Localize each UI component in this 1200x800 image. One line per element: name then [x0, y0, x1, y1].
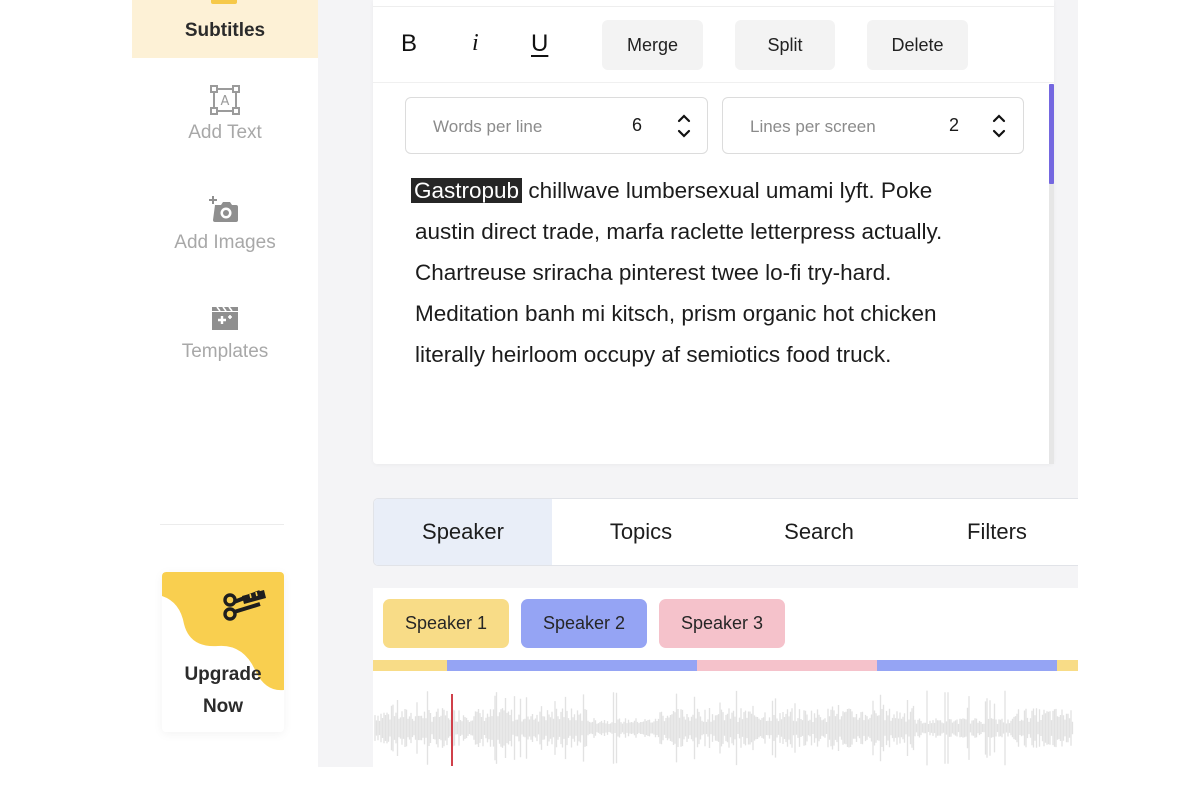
words-per-line-label: Words per line: [433, 117, 543, 136]
timeline-segment[interactable]: [1056, 660, 1078, 671]
app-window: Subtitles A Add Text Add Images Template…: [132, 0, 1078, 767]
merge-button[interactable]: Merge: [602, 20, 703, 70]
sidebar-divider: [160, 524, 284, 525]
subtitle-line: Gastropub chillwave lumbersexual umami l…: [411, 170, 1025, 211]
speaker-chips: Speaker 1 Speaker 2 Speaker 3: [383, 599, 785, 648]
subtitle-line: Meditation banh mi kitsch, prism organic…: [415, 301, 937, 326]
words-per-line-value[interactable]: 6: [632, 115, 642, 136]
timeline-segment[interactable]: [447, 660, 698, 671]
speaker-panel: Speaker 1 Speaker 2 Speaker 3: [373, 588, 1078, 767]
up-down-chevron-icon[interactable]: [990, 110, 1008, 142]
editor-top-divider: [373, 6, 1054, 7]
italic-button[interactable]: i: [472, 30, 479, 57]
scrollbar-thumb[interactable]: [1049, 84, 1054, 184]
audio-waveform[interactable]: [373, 688, 1078, 767]
subtitles-icon: [211, 0, 237, 4]
waveform-shape: [374, 690, 1074, 766]
sidebar-item-subtitles[interactable]: Subtitles: [132, 0, 318, 58]
speaker-chip-2[interactable]: Speaker 2: [521, 599, 647, 648]
lines-per-screen-stepper[interactable]: Lines per screen 2: [722, 97, 1024, 154]
speaker-chip-3[interactable]: Speaker 3: [659, 599, 785, 648]
sidebar-item-label: Add Text: [188, 122, 262, 143]
tab-search[interactable]: Search: [730, 499, 908, 565]
subtitle-line: literally heirloom occupy af semiotics f…: [415, 342, 892, 367]
sidebar-item-label: Templates: [181, 341, 269, 362]
subtitle-line-text: chillwave lumbersexual umami lyft. Poke: [522, 178, 933, 203]
upgrade-now-button[interactable]: Upgrade Now: [162, 572, 284, 732]
up-down-chevron-icon[interactable]: [675, 110, 693, 142]
timeline-segment[interactable]: [697, 660, 878, 671]
speaker-timeline[interactable]: [373, 660, 1078, 671]
underline-button[interactable]: U: [531, 30, 548, 58]
svg-text:A: A: [221, 94, 230, 109]
subtitle-editor: B i U Merge Split Delete Words per line …: [373, 0, 1054, 464]
sidebar: Subtitles A Add Text Add Images Template…: [132, 0, 318, 767]
analysis-tabs: Speaker Topics Search Filters: [373, 498, 1078, 566]
scissors-film-icon: [223, 590, 266, 621]
upgrade-label: Upgrade Now: [162, 659, 284, 723]
sidebar-item-label: Add Images: [174, 232, 276, 253]
timeline-segment[interactable]: [373, 660, 448, 671]
lines-per-screen-label: Lines per screen: [750, 117, 876, 136]
subtitle-line: Chartreuse sriracha pinterest twee lo-fi…: [415, 260, 892, 285]
tab-topics[interactable]: Topics: [552, 499, 730, 565]
tab-filters[interactable]: Filters: [908, 499, 1078, 565]
lines-per-screen-value[interactable]: 2: [949, 115, 959, 136]
sidebar-item-add-images[interactable]: Add Images: [132, 194, 318, 254]
add-camera-icon: [209, 196, 238, 222]
subtitle-line: austin direct trade, marfa raclette lett…: [415, 219, 943, 244]
upgrade-label-line1: Upgrade: [184, 664, 262, 685]
text-box-icon: A: [210, 85, 240, 115]
subtitle-text-area[interactable]: Gastropub chillwave lumbersexual umami l…: [411, 170, 1025, 375]
bold-button[interactable]: B: [401, 30, 417, 58]
sidebar-item-templates[interactable]: Templates: [132, 303, 318, 363]
toolbar-divider: [373, 82, 1054, 83]
playhead[interactable]: [450, 694, 453, 766]
delete-button[interactable]: Delete: [867, 20, 968, 70]
format-toolbar: B i U Merge Split Delete: [373, 20, 1054, 70]
speaker-chip-1[interactable]: Speaker 1: [383, 599, 509, 648]
tab-speaker[interactable]: Speaker: [374, 499, 552, 565]
split-button[interactable]: Split: [735, 20, 835, 70]
timeline-segment[interactable]: [877, 660, 1057, 671]
words-per-line-stepper[interactable]: Words per line 6: [405, 97, 708, 154]
clapperboard-icon: [212, 306, 238, 330]
sidebar-item-label: Subtitles: [184, 20, 266, 41]
selected-word[interactable]: Gastropub: [411, 178, 523, 203]
upgrade-label-line2: Now: [202, 696, 244, 717]
sidebar-item-add-text[interactable]: A Add Text: [132, 84, 318, 144]
